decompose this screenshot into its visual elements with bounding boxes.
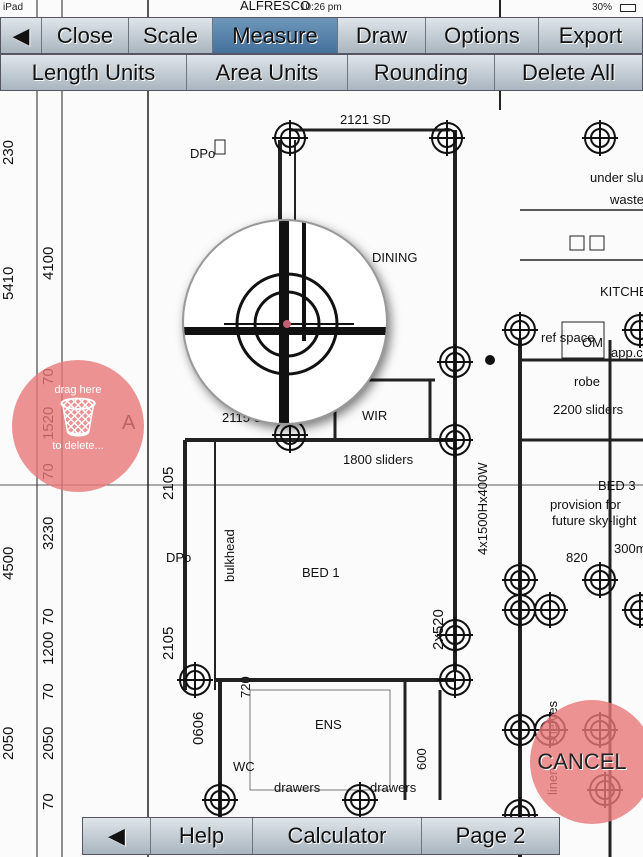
page-button[interactable]: Page 2	[422, 818, 559, 854]
dimension-label: 2050	[0, 726, 17, 760]
close-button[interactable]: Close	[42, 18, 129, 53]
back-button[interactable]: ◀	[1, 18, 42, 53]
plan-label: 2200 sliders	[553, 402, 624, 417]
dimension-label: 230	[0, 139, 17, 165]
plan-label: provision for	[550, 497, 621, 512]
plan-label: 600	[414, 748, 429, 770]
rounding-button[interactable]: Rounding	[348, 55, 495, 90]
magnifier-loupe	[182, 219, 388, 425]
dimension-label: 2105	[160, 466, 177, 500]
measure-point-marker[interactable]	[429, 120, 465, 156]
scale-button[interactable]: Scale	[129, 18, 213, 53]
plan-label: app.c	[611, 345, 643, 360]
dimension-label: 70	[40, 683, 57, 700]
help-button[interactable]: Help	[151, 818, 253, 854]
top-toolbar: ◀ Close Scale Measure Draw Options Expor…	[0, 17, 643, 54]
plan-label: DPo	[166, 550, 192, 565]
measure-point-marker[interactable]	[177, 662, 213, 698]
measure-point-marker[interactable]	[532, 592, 568, 628]
battery-icon	[620, 4, 636, 12]
plan-label: 2121 SD	[340, 112, 391, 127]
plan-label: 1800 sliders	[343, 452, 414, 467]
plan-label: BED 1	[302, 565, 340, 580]
dimension-label: 0606	[190, 711, 207, 745]
draw-button[interactable]: Draw	[338, 18, 426, 53]
dimension-label: 5410	[0, 266, 17, 300]
measure-point-marker[interactable]	[437, 662, 473, 698]
plan-label: 820	[566, 550, 588, 565]
dimension-label: 70	[40, 608, 57, 625]
measure-point-marker[interactable]	[582, 120, 618, 156]
plan-label: BED 3	[598, 478, 636, 493]
plan-label: waste	[610, 192, 643, 207]
export-button[interactable]: Export	[539, 18, 642, 53]
length-units-button[interactable]: Length Units	[1, 55, 187, 90]
delete-zone-line1: drag here	[54, 384, 102, 396]
dimension-label: 4500	[0, 546, 17, 580]
plan-label: 4x1500Hx400W	[475, 462, 490, 556]
options-button[interactable]: Options	[426, 18, 539, 53]
plan-label: WC	[233, 759, 255, 774]
dimension-label: 2105	[160, 626, 177, 660]
plan-label: drawers	[274, 780, 321, 795]
delete-zone-line2: to delete...	[52, 440, 104, 452]
measure-point-marker[interactable]	[272, 120, 308, 156]
plan-label: robe	[574, 374, 601, 389]
plan-label: OM	[582, 335, 603, 350]
clock: 10:26 pm	[300, 2, 342, 13]
measure-point-marker[interactable]	[202, 782, 238, 818]
device-label: iPad	[3, 2, 24, 13]
plan-label: under slu	[590, 170, 643, 185]
plan-label: ENS	[315, 717, 342, 732]
bottom-toolbar: ◀ Help Calculator Page 2	[82, 817, 560, 855]
dimension-label: 1200	[40, 631, 57, 665]
measure-point-marker[interactable]	[582, 562, 618, 598]
cancel-button[interactable]: CANCEL	[530, 700, 643, 824]
plan-label: WIR	[362, 408, 388, 423]
dimension-label: 2x520	[430, 609, 447, 650]
measure-point-marker[interactable]	[622, 592, 643, 628]
trash-icon: 🗑	[53, 397, 103, 439]
plan-label: KITCHEN	[600, 284, 643, 299]
measure-point-marker[interactable]	[502, 312, 538, 348]
left-triangle-icon: ◀	[12, 22, 30, 48]
measure-point-marker[interactable]	[437, 344, 473, 380]
bottom-back-button[interactable]: ◀	[83, 818, 151, 854]
measure-submenu: Length Units Area Units Rounding Delete …	[0, 54, 643, 91]
plan-label: future sky-light	[552, 513, 637, 528]
dimension-label: 70	[40, 793, 57, 810]
drag-to-delete-zone[interactable]: drag here 🗑 to delete...	[12, 360, 144, 492]
delete-all-button[interactable]: Delete All	[495, 55, 642, 90]
crosshair-icon	[184, 221, 386, 423]
measure-point-marker[interactable]	[437, 422, 473, 458]
plan-label: DINING	[372, 250, 418, 265]
plan-label: DPo	[190, 146, 216, 161]
plan-label: bulkhead	[222, 529, 237, 582]
left-triangle-icon: ◀	[108, 823, 125, 848]
area-units-button[interactable]: Area Units	[187, 55, 348, 90]
dimension-label: 2050	[40, 726, 57, 760]
status-bar: iPad 10:26 pm 30%	[0, 0, 643, 16]
measure-button[interactable]: Measure	[213, 18, 338, 53]
plan-label: 720	[238, 676, 253, 698]
dimension-label: 3230	[40, 516, 57, 550]
cancel-label: CANCEL	[537, 749, 627, 774]
plan-label: 300m	[614, 541, 643, 556]
battery-percent: 30%	[592, 2, 613, 13]
calculator-button[interactable]: Calculator	[253, 818, 422, 854]
plan-label: drawers	[370, 780, 417, 795]
measure-point-marker[interactable]	[622, 312, 643, 348]
dimension-label: 4100	[40, 246, 57, 280]
